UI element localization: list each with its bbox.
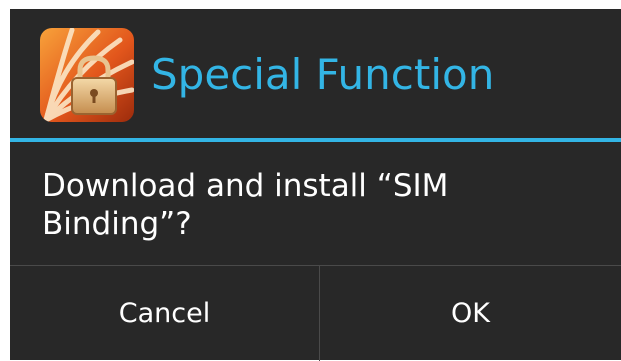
ok-button[interactable]: OK [320, 266, 621, 361]
dialog-title: Special Function [151, 50, 495, 99]
dialog-message: Download and install “SIM Binding”? [42, 168, 449, 242]
app-icon [40, 28, 134, 122]
title-divider [10, 138, 621, 142]
dialog-button-bar: Cancel OK [10, 265, 621, 361]
alert-dialog: Special Function Download and install “S… [10, 9, 621, 361]
cancel-button[interactable]: Cancel [10, 266, 319, 361]
dialog-header: Special Function [10, 9, 621, 138]
